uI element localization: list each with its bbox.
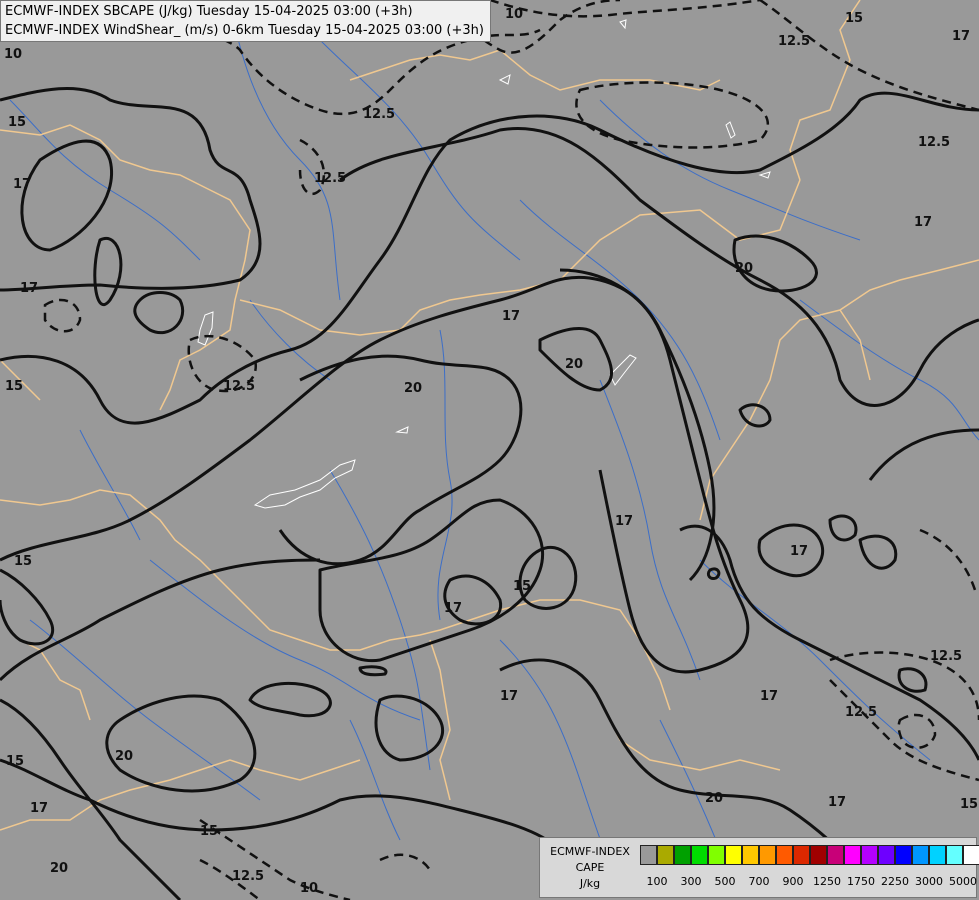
svg-text:17: 17 [760,689,778,704]
legend-swatch [810,845,827,865]
legend-swatch [946,845,963,865]
svg-text:17: 17 [952,29,970,44]
map-title-windshear: ECMWF-INDEX WindShear_ (m/s) 0-6km Tuesd… [5,23,484,38]
legend-title-model: ECMWF-INDEX [550,845,630,858]
svg-text:15: 15 [960,797,978,812]
map-title-cape: ECMWF-INDEX SBCAPE (J/kg) Tuesday 15-04-… [5,4,413,19]
svg-text:15: 15 [845,11,863,26]
legend-swatch [844,845,861,865]
svg-text:20: 20 [50,861,68,876]
map-background [0,0,979,900]
svg-text:12.5: 12.5 [314,171,346,186]
svg-text:17: 17 [914,215,932,230]
svg-text:17: 17 [502,309,520,324]
svg-text:20: 20 [705,791,723,806]
svg-text:20: 20 [115,749,133,764]
svg-text:17: 17 [615,514,633,529]
weather-map: 10 15 17 12.5 10 15 12.5 12.5 12.5 17 17… [0,0,979,900]
svg-text:15: 15 [8,115,26,130]
svg-text:15: 15 [513,579,531,594]
svg-text:15: 15 [200,824,218,839]
svg-text:17: 17 [828,795,846,810]
legend-tick-label: 1750 [847,875,875,888]
svg-text:20: 20 [565,357,583,372]
svg-text:15: 15 [5,379,23,394]
svg-text:12.5: 12.5 [930,649,962,664]
legend-swatch [912,845,929,865]
cape-legend: ECMWF-INDEX CAPE J/kg 100 300 500 700 900 125… [539,837,979,898]
map-title-box: ECMWF-INDEX SBCAPE (J/kg) Tuesday 15-04-… [0,0,491,42]
legend-swatch [963,845,979,865]
legend-title-unit: J/kg [579,877,601,890]
legend-tick-label: 2250 [881,875,909,888]
svg-text:10: 10 [300,881,318,896]
legend-tick-label: 500 [714,875,736,888]
legend-tick-label: 100 [646,875,668,888]
legend-swatch [759,845,776,865]
legend-tick-label: 900 [782,875,804,888]
svg-text:17: 17 [790,544,808,559]
svg-text:20: 20 [404,381,422,396]
svg-text:12.5: 12.5 [223,379,255,394]
legend-tick-label: 1250 [813,875,841,888]
legend-swatch [776,845,793,865]
legend-swatch [674,845,691,865]
svg-text:15: 15 [14,554,32,569]
legend-ticks: 100 300 500 700 900 1250 1750 2250 3000 5000 [640,875,978,889]
svg-text:15: 15 [6,754,24,769]
legend-swatch [725,845,742,865]
svg-text:12.5: 12.5 [232,869,264,884]
svg-text:17: 17 [30,801,48,816]
svg-text:20: 20 [735,261,753,276]
svg-text:12.5: 12.5 [778,34,810,49]
legend-swatch [793,845,810,865]
legend-swatch [640,845,657,865]
legend-swatch [929,845,946,865]
legend-swatches [640,845,979,867]
legend-swatch [691,845,708,865]
legend-tick-label: 300 [680,875,702,888]
legend-swatch [895,845,912,865]
svg-text:17: 17 [500,689,518,704]
svg-text:10: 10 [505,7,523,22]
legend-swatch [742,845,759,865]
legend-tick-label: 5000 [949,875,977,888]
svg-text:10: 10 [4,47,22,62]
legend-tick-label: 700 [748,875,770,888]
svg-text:17: 17 [444,601,462,616]
svg-text:17: 17 [13,177,31,192]
legend-tick-label: 3000 [915,875,943,888]
legend-swatch [861,845,878,865]
svg-text:17: 17 [20,281,38,296]
legend-swatch [657,845,674,865]
legend-title-param: CAPE [575,861,605,874]
legend-swatch [878,845,895,865]
legend-swatch [827,845,844,865]
svg-text:12.5: 12.5 [918,135,950,150]
legend-swatch [708,845,725,865]
svg-text:12.5: 12.5 [845,705,877,720]
legend-title: ECMWF-INDEX CAPE J/kg [544,844,636,892]
svg-text:12.5: 12.5 [363,107,395,122]
